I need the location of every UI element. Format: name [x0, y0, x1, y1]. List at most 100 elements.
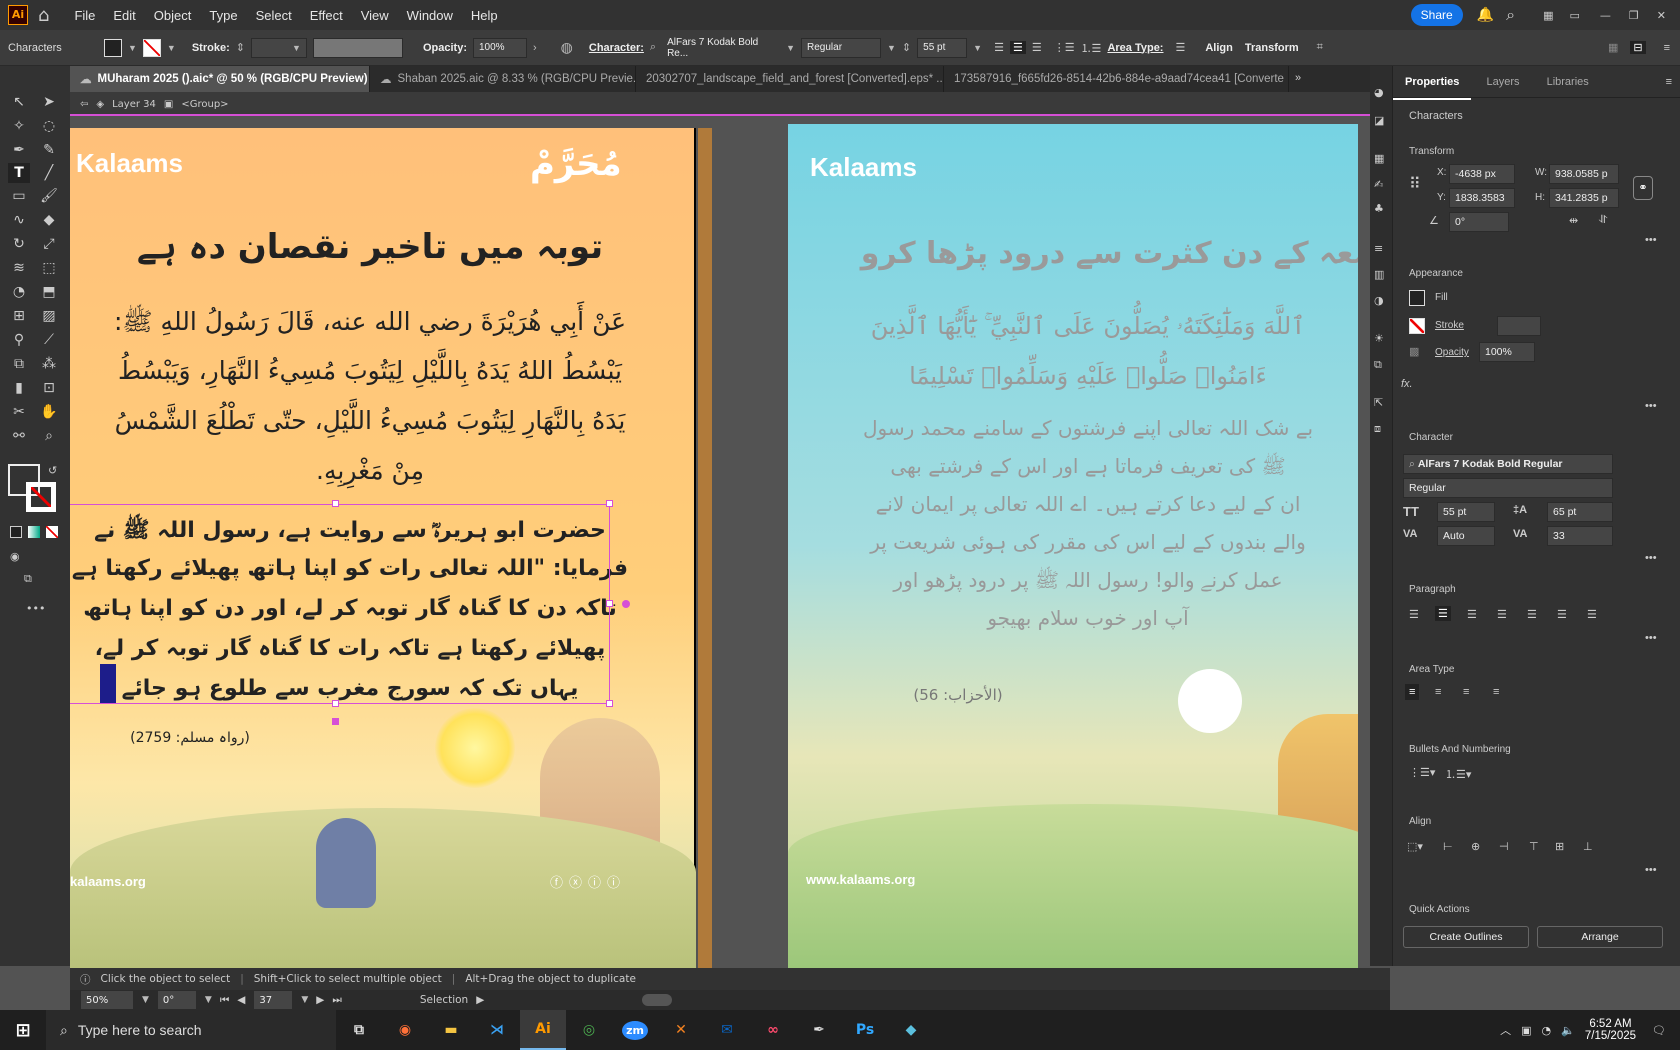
opacity-label-panel[interactable]: Opacity — [1435, 347, 1469, 358]
gradient-tool-icon[interactable]: ▨ — [38, 306, 60, 326]
appearance-panel-icon[interactable]: ☀ — [1374, 332, 1384, 345]
align-top-objects-icon[interactable]: ⊤ — [1529, 840, 1539, 853]
artboard-number-field[interactable]: 37 — [253, 990, 294, 1010]
overflow-port[interactable] — [622, 600, 630, 608]
magic-wand-tool-icon[interactable]: ✧ — [8, 116, 30, 136]
recolor-icon[interactable]: ◍ — [561, 39, 573, 56]
font-search-icon[interactable]: ⌕ — [650, 41, 656, 54]
menu-file[interactable]: File — [65, 8, 104, 23]
flip-vertical-icon[interactable]: ⥯ — [1599, 214, 1607, 227]
pen-tool-icon[interactable]: ✒ — [8, 140, 30, 160]
swap-colors-icon[interactable]: ↺ — [48, 464, 57, 477]
network-icon[interactable]: ◔ — [1542, 1024, 1552, 1037]
kerning-field[interactable]: Auto — [1437, 526, 1495, 546]
horizontal-scrollbar[interactable] — [642, 994, 673, 1006]
eraser-tool-icon[interactable]: ◆ — [38, 210, 60, 230]
task-view-icon[interactable]: ⧉ — [336, 1010, 382, 1050]
puppet-warp-tool-icon[interactable]: ⚯ — [8, 426, 30, 446]
opacity-arrow[interactable]: › — [533, 42, 537, 54]
eyedropper-tool-icon[interactable]: ⚲ — [8, 330, 30, 350]
next-artboard-icon[interactable]: ▶ — [316, 994, 324, 1006]
vscode-icon[interactable]: ⋊ — [474, 1010, 520, 1050]
fill-swatch[interactable] — [104, 38, 122, 57]
arabic-hadith-line[interactable]: عَنْ أَبِي هُرَيْرَةَ رضي الله عنه، قَال… — [70, 306, 670, 343]
align-hcenter-objects-icon[interactable]: ⊕ — [1471, 840, 1480, 853]
para-justify-all-icon[interactable]: ☰ — [1587, 608, 1597, 621]
stroke-stepper[interactable]: ⇕ — [236, 41, 245, 54]
symbol-sprayer-tool-icon[interactable]: ⁂ — [38, 354, 60, 374]
menu-help[interactable]: Help — [462, 8, 507, 23]
para-justify-left-icon[interactable]: ☰ — [1497, 608, 1507, 621]
more-character-icon[interactable]: ••• — [1645, 552, 1657, 564]
none-mode-icon[interactable] — [46, 526, 58, 538]
align-left-icon[interactable]: ☰ — [994, 41, 1004, 54]
tab-libraries[interactable]: Libraries — [1535, 66, 1601, 98]
align-right-icon[interactable]: ☰ — [1032, 41, 1042, 54]
firefox-icon[interactable]: ◉ — [382, 1010, 428, 1050]
slice-tool-icon[interactable]: ✂ — [8, 402, 30, 422]
areatype-icon[interactable]: ☰ — [1175, 41, 1185, 54]
width-field[interactable]: 938.0585 p — [1549, 164, 1619, 184]
align-left-objects-icon[interactable]: ⊢ — [1443, 840, 1453, 853]
direct-selection-tool-icon[interactable]: ➤ — [38, 92, 60, 112]
arabic-hadith-line[interactable]: مِنْ مَغْرِبِهِ. — [70, 456, 670, 485]
numbering-panel-icon[interactable]: ⒈☰▾ — [1445, 766, 1471, 782]
more-transform-icon[interactable]: ••• — [1645, 234, 1657, 246]
rotate-tool-icon[interactable]: ↻ — [8, 234, 30, 254]
more-align-icon[interactable]: ••• — [1645, 864, 1657, 876]
scale-tool-icon[interactable]: ⤢ — [38, 234, 60, 254]
rotation-field[interactable]: 0° — [1449, 212, 1509, 232]
taskbar-search-box[interactable]: ⌕ Type here to search — [46, 1010, 336, 1050]
align-bottom-objects-icon[interactable]: ⊥ — [1583, 840, 1593, 853]
status-menu-icon[interactable]: ▶ — [476, 994, 484, 1006]
areatype-bottom-icon[interactable]: ≡ — [1463, 686, 1469, 698]
align-center-icon[interactable]: ☰ — [1009, 41, 1026, 54]
tab-shaban[interactable]: ☁ Shaban 2025.aic @ 8.33 % (RGB/CPU Previ… — [370, 66, 636, 92]
crop-icon[interactable]: ⌗ — [1317, 41, 1323, 54]
threaded-text-port[interactable] — [332, 718, 339, 725]
tab-properties[interactable]: Properties — [1393, 66, 1472, 100]
menu-view[interactable]: View — [352, 8, 398, 23]
windows-start-icon[interactable]: ⊞ — [0, 1010, 46, 1050]
bullets-panel-icon[interactable]: ⋮☰▾ — [1409, 766, 1435, 779]
graph-tool-icon[interactable]: ▮ — [8, 378, 30, 398]
opacity-panel-field[interactable]: 100% — [1479, 342, 1535, 362]
menu-window[interactable]: Window — [398, 8, 462, 23]
layer-name[interactable]: Layer 34 — [112, 99, 156, 110]
font-style-field[interactable]: Regular — [801, 37, 881, 58]
title-text[interactable]: توبہ میں تاخیر نقصان دہ ہے — [90, 226, 650, 267]
illustrator-taskbar-icon[interactable]: Ai — [520, 1010, 566, 1050]
gradient-mode-icon[interactable] — [28, 526, 40, 538]
stroke-color-box[interactable] — [26, 482, 56, 512]
fill-swatch-panel[interactable] — [1409, 290, 1425, 306]
para-align-center-icon[interactable]: ☰ — [1435, 606, 1451, 621]
back-arrow-icon[interactable]: ⇦ — [80, 99, 88, 110]
last-artboard-icon[interactable]: ⏭ — [332, 994, 341, 1007]
align-right-objects-icon[interactable]: ⊣ — [1499, 840, 1509, 853]
size-stepper[interactable]: ⇕ — [902, 41, 911, 54]
mesh-tool-icon[interactable]: ⊞ — [8, 306, 30, 326]
opacity-field[interactable]: 100% — [472, 37, 527, 58]
reference-text[interactable]: (رواہ مسلم: 2759) — [110, 730, 270, 746]
home-icon[interactable]: ⌂ — [38, 5, 49, 26]
more-tools-icon[interactable]: ••• — [26, 602, 45, 615]
help-icon[interactable]: ⓘ — [80, 972, 91, 987]
more-appearance-icon[interactable]: ••• — [1645, 400, 1657, 412]
transform-button[interactable]: Transform — [1245, 42, 1299, 54]
club-symbol-icon[interactable]: ♣ — [1374, 202, 1384, 215]
paintbrush-tool-icon[interactable]: 🖌 — [38, 186, 60, 206]
tab-landscape[interactable]: 20302707_landscape_field_and_forest [Con… — [636, 66, 944, 92]
warp-tool-icon[interactable]: ≋ — [8, 258, 30, 278]
workspace-icon[interactable]: ▦ — [1543, 9, 1553, 22]
xampp-icon[interactable]: ✕ — [658, 1010, 704, 1050]
menu-effect[interactable]: Effect — [301, 8, 352, 23]
curvature-tool-icon[interactable]: ✎ — [38, 140, 60, 160]
align-to-icon[interactable]: ⬚▾ — [1407, 840, 1423, 853]
rectangle-tool-icon[interactable]: ▭ — [8, 186, 30, 206]
para-align-right-icon[interactable]: ☰ — [1467, 608, 1477, 621]
more-menu-icon[interactable]: ≡ — [1664, 42, 1670, 54]
clock[interactable]: 6:52 AM 7/15/2025 — [1585, 1018, 1636, 1042]
panel-menu-icon[interactable]: ≡ — [1666, 76, 1672, 88]
arrange-docs-icon[interactable]: ▭ — [1570, 9, 1580, 22]
flip-horizontal-icon[interactable]: ⇹ — [1569, 214, 1578, 227]
